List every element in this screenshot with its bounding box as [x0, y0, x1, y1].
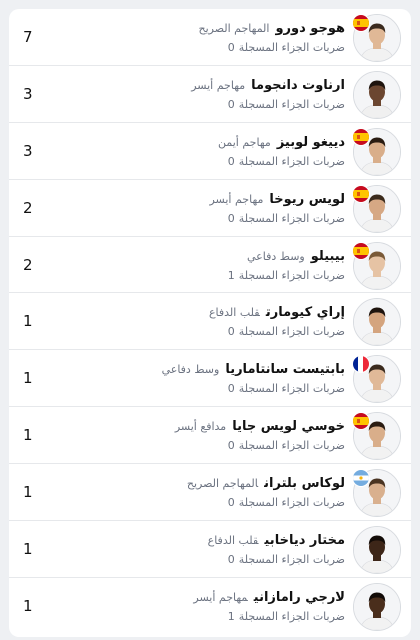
player-row[interactable]: 1 مختار دياخابي قلب الدفاع ضربات الجزاء ا… [9, 521, 411, 578]
player-name[interactable]: مختار دياخابي [265, 533, 346, 548]
penalties-label: ضربات الجزاء المسجلة [238, 439, 345, 453]
penalties-value: 0 [227, 97, 235, 111]
penalties-label: ضربات الجزاء المسجلة [238, 211, 345, 225]
penalties-label: ضربات الجزاء المسجلة [238, 268, 345, 282]
penalties-line: ضربات الجزاء المسجلة0 [45, 382, 345, 396]
argentina-flag-icon [353, 470, 369, 487]
penalties-label: ضربات الجزاء المسجلة [238, 325, 345, 339]
player-row[interactable]: 3 ارناوت دانجوما مهاجم أيسر ضربات الجزاء … [9, 66, 411, 123]
penalties-line: ضربات الجزاء المسجلة0 [45, 155, 345, 169]
player-info: خوسي لويس جايا مدافع أيسر ضربات الجزاء ال… [45, 416, 345, 453]
goal-count: 1 [23, 426, 33, 445]
player-position: المهاجم الصريح [198, 22, 270, 35]
player-row[interactable]: 2 لويس ريوخا مهاجم أيسر ضربات الجزاء المس… [9, 180, 411, 237]
goal-count: 1 [23, 312, 33, 331]
penalties-label: ضربات الجزاء المسجلة [238, 382, 345, 396]
goal-count: 1 [23, 483, 33, 502]
player-position: قلب الدفاع [208, 306, 260, 320]
player-row[interactable]: 3 دييغو لوبيز مهاجم أيمن ضربات الجزاء الم… [9, 123, 411, 180]
player-name[interactable]: هوجو دورو [275, 21, 345, 36]
player-position: مهاجم أيسر [193, 590, 248, 604]
player-info: هوجو دورو المهاجم الصريح ضربات الجزاء الم… [45, 18, 345, 55]
player-position: مدافع أيسر [174, 420, 227, 434]
penalties-line: ضربات الجزاء المسجلة0 [45, 325, 345, 339]
player-avatar[interactable] [353, 298, 401, 347]
player-avatar[interactable] [353, 526, 401, 575]
player-info: لارجي رامازاني مهاجم أيسر ضربات الجزاء ال… [45, 587, 345, 624]
player-position: مهاجم أيسر [191, 78, 246, 92]
player-row[interactable]: 1 لوكاس بلتران المهاجم الصريح ضربات الجزا… [9, 464, 411, 522]
penalties-line: ضربات الجزاء المسجلة1 [45, 269, 345, 283]
spain-flag-icon [353, 15, 369, 31]
penalties-value: 0 [227, 382, 235, 396]
player-info: دييغو لوبيز مهاجم أيمن ضربات الجزاء المسج… [45, 132, 345, 169]
player-name[interactable]: دييغو لوبيز [277, 135, 345, 150]
penalties-line: ضربات الجزاء المسجلة1 [45, 610, 345, 624]
penalties-line: ضربات الجزاء المسجلة0 [45, 439, 345, 453]
goal-count: 3 [23, 141, 33, 160]
player-position: وسط دفاعي [247, 249, 305, 263]
penalties-label: ضربات الجزاء المسجلة [238, 609, 345, 623]
player-position: قلب الدفاع [207, 534, 259, 548]
player-row[interactable]: 1 بابتيست سانتاماريا وسط دفاعي ضربات الجز… [9, 350, 411, 408]
player-row[interactable]: 1 خوسي لويس جايا مدافع أيسر ضربات الجزاء … [9, 407, 411, 465]
top-scorers-list: 7 هوجو دورو المهاجم الصريح ضربات الجزاء ا… [9, 9, 411, 637]
penalties-line: ضربات الجزاء المسجلة0 [45, 98, 345, 112]
goal-count: 1 [23, 369, 33, 388]
player-info: لويس ريوخا مهاجم أيسر ضربات الجزاء المسجل… [45, 189, 345, 226]
player-name[interactable]: لارجي رامازاني [254, 590, 345, 605]
spain-flag-icon [353, 185, 369, 202]
player-name[interactable]: لوكاس بلتران [264, 476, 345, 491]
player-name[interactable]: بابتيست سانتاماريا [225, 362, 345, 377]
player-name[interactable]: خوسي لويس جايا [232, 419, 345, 434]
goal-count: 3 [23, 84, 33, 103]
penalties-line: ضربات الجزاء المسجلة0 [45, 41, 345, 55]
penalties-line: ضربات الجزاء المسجلة0 [45, 212, 345, 226]
player-position: وسط دفاعي [161, 363, 220, 377]
penalties-line: ضربات الجزاء المسجلة0 [45, 553, 345, 567]
player-info: مختار دياخابي قلب الدفاع ضربات الجزاء الم… [45, 530, 345, 567]
penalties-value: 0 [227, 154, 235, 168]
penalties-value: 0 [227, 325, 235, 339]
player-info: بابتيست سانتاماريا وسط دفاعي ضربات الجزاء… [45, 359, 345, 396]
player-avatar[interactable] [353, 582, 401, 631]
goal-count: 1 [23, 597, 33, 616]
penalties-value: 0 [227, 439, 235, 453]
penalties-value: 0 [227, 41, 235, 54]
player-name[interactable]: ارناوت دانجوما [251, 78, 345, 93]
penalties-value: 0 [227, 211, 235, 225]
penalties-label: ضربات الجزاء المسجلة [238, 553, 345, 567]
goal-count: 2 [23, 198, 33, 217]
penalties-value: 1 [227, 268, 235, 282]
player-info: لوكاس بلتران المهاجم الصريح ضربات الجزاء … [45, 473, 345, 510]
player-row[interactable]: 2 بيبيلو وسط دفاعي ضربات الجزاء المسجلة1 [9, 237, 411, 294]
penalties-label: ضربات الجزاء المسجلة [238, 154, 345, 168]
player-name[interactable]: لويس ريوخا [269, 192, 345, 207]
player-info: بيبيلو وسط دفاعي ضربات الجزاء المسجلة1 [45, 246, 345, 283]
player-name[interactable]: بيبيلو [311, 249, 345, 264]
penalties-value: 0 [227, 496, 235, 510]
player-info: إراي كيومارت قلب الدفاع ضربات الجزاء المس… [45, 302, 345, 339]
player-position: مهاجم أيمن [218, 135, 271, 149]
player-row[interactable]: 1 إراي كيومارت قلب الدفاع ضربات الجزاء ال… [9, 293, 411, 351]
penalties-label: ضربات الجزاء المسجلة [238, 41, 345, 54]
player-name[interactable]: إراي كيومارت [266, 305, 345, 320]
goal-count: 1 [23, 539, 33, 558]
penalties-label: ضربات الجزاء المسجلة [238, 97, 345, 111]
goal-count: 7 [23, 27, 33, 46]
player-position: المهاجم الصريح [186, 477, 259, 491]
penalties-value: 0 [227, 553, 235, 567]
penalties-line: ضربات الجزاء المسجلة0 [45, 496, 345, 510]
spain-flag-icon [353, 242, 369, 259]
spain-flag-icon [353, 128, 369, 145]
player-info: ارناوت دانجوما مهاجم أيسر ضربات الجزاء ال… [45, 75, 345, 112]
player-row[interactable]: 7 هوجو دورو المهاجم الصريح ضربات الجزاء ا… [9, 9, 411, 66]
penalties-label: ضربات الجزاء المسجلة [238, 496, 345, 510]
goal-count: 2 [23, 255, 33, 274]
penalties-value: 1 [227, 609, 235, 623]
player-row[interactable]: 1 لارجي رامازاني مهاجم أيسر ضربات الجزاء … [9, 578, 411, 635]
player-avatar[interactable] [353, 70, 401, 119]
player-position: مهاجم أيسر [209, 192, 264, 206]
